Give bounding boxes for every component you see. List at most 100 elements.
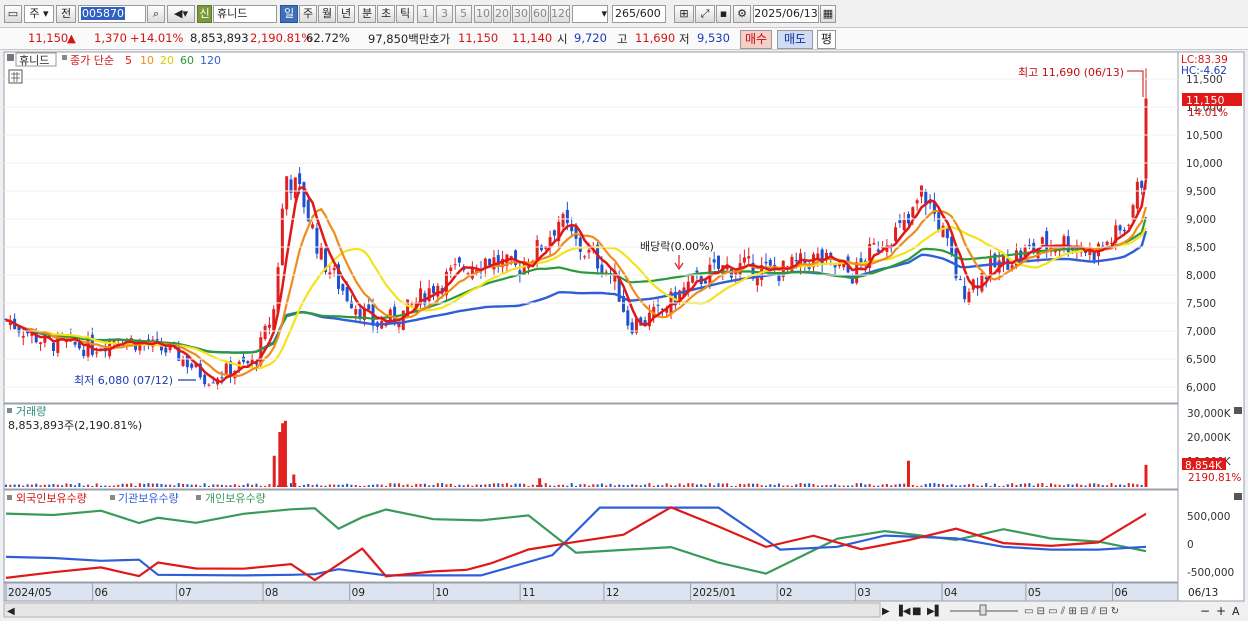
price-tick-label: 6,500	[1186, 354, 1216, 366]
volume-close-icon[interactable]	[1234, 407, 1242, 414]
holdings-handle-icon[interactable]	[7, 495, 12, 500]
calendar-icon[interactable]: ▦	[820, 5, 836, 23]
scroll-right-icon[interactable]: ▶	[882, 606, 890, 617]
interval-5-button[interactable]: 5	[455, 5, 472, 23]
volume-bar	[195, 484, 197, 487]
volume-bar	[739, 483, 742, 487]
zoom-icon[interactable]: ⤢	[695, 5, 715, 23]
interval-1-button[interactable]: 1	[417, 5, 434, 23]
stop-icon[interactable]: ■	[912, 606, 921, 617]
horizontal-scrollbar[interactable]	[3, 602, 881, 618]
volume-bar	[708, 483, 711, 487]
legend-ma-handle-icon[interactable]	[62, 55, 67, 60]
volume-bar	[164, 484, 167, 487]
scroll-left-icon[interactable]: ◀	[7, 606, 15, 617]
interval-3-button[interactable]: 3	[436, 5, 453, 23]
period-year-button[interactable]: 년	[337, 5, 355, 23]
volume-bar	[372, 484, 375, 487]
zoom-slider-thumb[interactable]	[979, 604, 987, 616]
volume-bar	[1127, 483, 1130, 487]
volume-bar	[691, 483, 694, 487]
date-field[interactable]: 2025/06/13	[753, 5, 819, 23]
volume-bar	[65, 483, 68, 487]
eval-button[interactable]: 평	[817, 30, 836, 49]
period-month-button[interactable]: 월	[318, 5, 336, 23]
volume-bar	[108, 485, 111, 487]
period-tick-button[interactable]: 틱	[396, 5, 414, 23]
volume-bar	[618, 484, 621, 487]
volume-bar	[514, 483, 517, 487]
legend-ma120: 120	[200, 54, 221, 67]
volume-bar	[147, 483, 150, 487]
interval-20-button[interactable]: 20	[493, 5, 511, 23]
holdings-inst-handle-icon[interactable]	[110, 495, 115, 500]
buy-button[interactable]: 매수	[740, 30, 772, 49]
speaker-icon[interactable]: ◀▾	[167, 5, 195, 23]
current-price: 11,150	[28, 31, 69, 45]
x-tick-label: 06	[95, 587, 109, 599]
interval-60-button[interactable]: 60	[531, 5, 549, 23]
scroll-end-icon[interactable]: ▶▌	[927, 604, 942, 617]
candle-body	[712, 259, 716, 263]
volume-bar	[821, 485, 824, 487]
zoom-in-icon[interactable]: +	[1216, 604, 1226, 618]
volume-spike-bar	[278, 432, 282, 487]
stock-code-input[interactable]: 005870	[78, 5, 146, 23]
candle-body	[764, 261, 768, 264]
market-label: 주	[29, 7, 40, 20]
interval-30-button[interactable]: 30	[512, 5, 530, 23]
volume-bar	[557, 484, 560, 487]
volume-bar	[635, 484, 638, 487]
chart-tool-icon[interactable]: ⊞	[674, 5, 694, 23]
candle-body	[1131, 205, 1135, 218]
view-icons[interactable]: ▭ ⊟ ▭ ⫽ ⊞ ⊟ ⫽ ⊟ ↻	[1024, 606, 1119, 617]
candle-body	[1027, 244, 1031, 246]
period-day-button[interactable]: 일	[280, 5, 298, 23]
save-icon[interactable]: ▪	[716, 5, 731, 23]
volume-bar	[687, 483, 690, 487]
period-second-button[interactable]: 초	[377, 5, 395, 23]
table-icon[interactable]	[8, 69, 23, 84]
holdings-indiv-handle-icon[interactable]	[196, 495, 201, 500]
volume-bar	[730, 485, 733, 487]
search-icon[interactable]: ⌕	[147, 5, 165, 23]
volume: 8,853,893	[190, 31, 249, 45]
candle-body	[224, 363, 228, 375]
candle-body	[293, 177, 297, 199]
volume-bar	[773, 484, 776, 487]
volume-title: 거래량	[16, 405, 46, 418]
legend-handle-icon[interactable]	[7, 54, 14, 61]
candle-body	[207, 384, 211, 386]
volume-handle-icon[interactable]	[7, 408, 12, 413]
gear-icon[interactable]: ⚙	[733, 5, 751, 23]
credit-badge: 신	[197, 5, 212, 23]
candle-body	[911, 207, 915, 218]
sell-button[interactable]: 매도	[777, 30, 813, 49]
volume-bar	[1062, 485, 1065, 487]
interval-120-button[interactable]: 120	[550, 5, 570, 23]
price-change-pct: +14.01%	[130, 31, 184, 45]
font-size-icon[interactable]: A	[1232, 605, 1240, 618]
interval-10-button[interactable]: 10	[474, 5, 492, 23]
zoom-out-icon[interactable]: −	[1200, 604, 1210, 618]
period-week-button[interactable]: 주	[299, 5, 317, 23]
prev-button[interactable]: 전	[56, 5, 76, 23]
period-minute-button[interactable]: 분	[358, 5, 376, 23]
scroll-begin-icon[interactable]: ▐◀	[895, 604, 911, 617]
volume-bar	[100, 485, 102, 487]
volume-bar	[626, 485, 629, 487]
volume-bar	[678, 483, 681, 487]
volume-bar	[341, 484, 344, 487]
window-menu-icon[interactable]: ▭	[4, 5, 22, 23]
volume-bar	[406, 484, 409, 487]
volume-bar	[808, 483, 811, 487]
candle-body	[263, 325, 267, 339]
holdings-close-icon[interactable]	[1234, 493, 1242, 500]
interval-dropdown[interactable]: ▾	[572, 5, 608, 23]
volume-bar	[397, 483, 400, 487]
market-dropdown[interactable]: 주 ▾	[24, 5, 54, 23]
volume-bar	[864, 484, 867, 487]
stock-name-field[interactable]: 휴니드	[213, 5, 277, 23]
stock-chart[interactable]: 6,000 6,500 7,000 7,500 8,000 8,500 9,000 9,500…	[0, 51, 1248, 621]
count-field[interactable]: 265/600	[612, 5, 666, 23]
